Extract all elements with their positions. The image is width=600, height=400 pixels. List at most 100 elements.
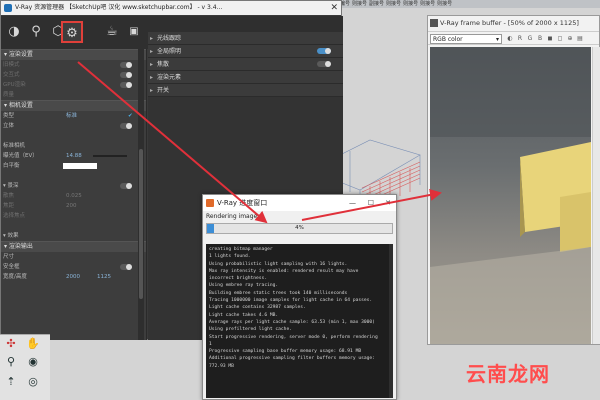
settings-toggle[interactable] — [120, 123, 132, 129]
settings-row: 宽度/高度 2000 1125 — [1, 272, 146, 282]
log-line: Max ray intensity is enabled: rendered r… — [209, 268, 359, 274]
settings-row-label: ▾ 景深 — [3, 183, 19, 189]
look-around-icon[interactable]: ◎ — [26, 375, 40, 389]
settings-value-field[interactable]: 200 — [66, 201, 77, 211]
sketchup-tab[interactable]: 则接号 — [352, 0, 367, 8]
settings-row-label: 旧模式 — [3, 62, 20, 68]
settings-row: 曝光值（EV） 14.88 — [1, 151, 146, 161]
sketchup-tab[interactable]: 则接号 — [403, 0, 418, 8]
maximize-button[interactable]: ☐ — [368, 195, 374, 211]
settings-row: ▾ 效果 — [1, 231, 146, 241]
minimize-button[interactable]: — — [349, 195, 356, 211]
settings-value-field[interactable]: 14.88 — [66, 151, 82, 161]
sketchup-tab[interactable]: 副接号 — [369, 0, 384, 8]
settings-row-label: 焦距 — [3, 203, 15, 209]
settings-rollout-header[interactable]: 全局照明 — [148, 45, 343, 58]
vray-frame-buffer-window: V-Ray frame buffer - [50% of 2000 x 1125… — [427, 15, 600, 345]
settings-row: 选择焦点 — [1, 211, 146, 221]
settings-row — [1, 131, 146, 141]
frame-buffer-button[interactable]: ◻ — [556, 35, 564, 43]
log-line: Average rays per light cache sample: 63.… — [209, 319, 375, 325]
rollout-toggle[interactable] — [317, 48, 331, 54]
vray-progress-window: V-Ray 进度窗口 — ☐ ✕ Rendering image... 4% c… — [202, 194, 397, 400]
settings-scrollbar[interactable] — [138, 49, 144, 340]
white-balance-swatch[interactable] — [63, 163, 97, 169]
settings-row-label: 宽度/高度 — [3, 274, 27, 280]
settings-rollout-header[interactable]: 渲染元素 — [148, 71, 343, 84]
frame-buffer-button[interactable]: ⊕ — [566, 35, 574, 43]
settings-toggle[interactable] — [120, 62, 132, 68]
log-line: Using embree ray tracing. — [209, 283, 279, 289]
settings-row: 交互式 — [1, 70, 146, 80]
log-line: Building embree static trees took 140 mi… — [209, 290, 348, 296]
sketchup-tab[interactable]: 则接号 — [437, 0, 452, 8]
dropdown-chevron-icon[interactable]: ✔ — [128, 111, 133, 121]
render-teapot-icon[interactable]: ☕ — [101, 21, 123, 43]
footsteps-icon[interactable]: ⇡ — [4, 375, 18, 389]
frame-buffer-scrollbar[interactable] — [592, 47, 600, 344]
orbit-icon[interactable]: ✣ — [4, 337, 18, 351]
settings-row: 尺寸 — [1, 252, 146, 262]
settings-row-label: 曝光值（EV） — [3, 153, 38, 159]
frame-buffer-button[interactable]: ◐ — [506, 35, 514, 43]
settings-toggle[interactable] — [120, 183, 132, 189]
log-scrollbar[interactable] — [389, 244, 393, 398]
frame-buffer-button[interactable]: R — [516, 35, 524, 43]
scroll-thumb[interactable] — [139, 149, 143, 299]
render-log: creating bitmap manager 1 lights found. Us… — [206, 244, 393, 398]
zoom-icon[interactable]: ⚲ — [4, 355, 18, 369]
channel-select[interactable]: RGB color — [430, 34, 502, 44]
settings-row: 白平衡 — [1, 161, 146, 171]
frame-buffer-title: V-Ray frame buffer - [50% of 2000 x 1125… — [440, 19, 579, 27]
sketchup-tab[interactable]: 则接号 — [420, 0, 435, 8]
close-button[interactable]: ✕ — [385, 195, 391, 211]
frame-buffer-button[interactable]: G — [526, 35, 534, 43]
settings-row-label: 白平衡 — [3, 163, 20, 169]
settings-row: 散焦 0.025 — [1, 191, 146, 201]
settings-row — [1, 171, 146, 181]
settings-value-field[interactable]: 1125 — [97, 272, 111, 282]
settings-section-header[interactable]: ▾ 相机设置 — [1, 100, 146, 111]
watermark: 云南龙网 — [466, 362, 550, 386]
walk-icon[interactable]: ◉ — [26, 355, 40, 369]
settings-toggle[interactable] — [120, 82, 132, 88]
log-line: Light cache takes 4.6 MB. — [209, 312, 279, 318]
settings-row-label: 尺寸 — [3, 254, 15, 260]
vray-app-icon — [4, 4, 12, 12]
settings-section-header[interactable]: ▾ 渲染输出 — [1, 241, 146, 252]
log-line: Tracing 1000000 image samples for light … — [209, 298, 373, 304]
settings-toggle[interactable] — [120, 264, 132, 270]
log-line: Light cache contains 32987 samples. — [209, 305, 306, 311]
frame-buffer-toolbar: RGB color ◐RGB◼◻⊕▤ — [428, 31, 599, 45]
sketchup-tab[interactable]: 则接号 — [386, 0, 401, 8]
rollout-toggle[interactable] — [317, 61, 331, 67]
settings-value-field[interactable]: 0.025 — [66, 191, 82, 201]
close-button[interactable]: ✕ — [330, 1, 338, 15]
settings-rollout-header[interactable]: 焦散 — [148, 58, 343, 71]
materials-icon[interactable]: ◑ — [3, 21, 25, 43]
settings-value-field[interactable]: 标准 — [66, 111, 77, 121]
sketchup-toolbar: ✣ ✋ ⚲ ◉ ⇡ ◎ — [0, 334, 50, 400]
settings-row-label: 散焦 — [3, 193, 15, 199]
settings-section-header[interactable]: ▾ 渲染设置 — [1, 49, 146, 60]
log-line: Using probabilistic light sampling with … — [209, 261, 348, 267]
frame-buffer-button[interactable]: ▤ — [576, 35, 584, 43]
settings-toggle[interactable] — [120, 72, 132, 78]
render-preview-image — [430, 47, 591, 344]
pan-icon[interactable]: ✋ — [26, 337, 40, 351]
frame-buffer-button[interactable]: B — [536, 35, 544, 43]
settings-rollout-header[interactable]: 开关 — [148, 84, 343, 97]
settings-value-field[interactable]: 2000 — [66, 272, 80, 282]
progress-titlebar: V-Ray 进度窗口 — ☐ ✕ — [203, 195, 396, 211]
settings-slider[interactable] — [93, 155, 127, 157]
lights-icon[interactable]: ⚲ — [25, 21, 47, 43]
frame-buffer-icon[interactable]: ▣ — [123, 21, 145, 43]
settings-icon[interactable]: ⚙ — [61, 21, 83, 43]
settings-row-label: 质量 — [3, 92, 15, 98]
settings-row-label: 交互式 — [3, 72, 20, 78]
log-line: 772.93 MB — [209, 363, 234, 369]
progress-bar: 4% — [206, 223, 393, 234]
frame-buffer-button[interactable]: ◼ — [546, 35, 554, 43]
settings-row-label: GPU渲染 — [3, 82, 26, 88]
settings-rollout-header[interactable]: 光线跟踪 — [148, 32, 343, 45]
